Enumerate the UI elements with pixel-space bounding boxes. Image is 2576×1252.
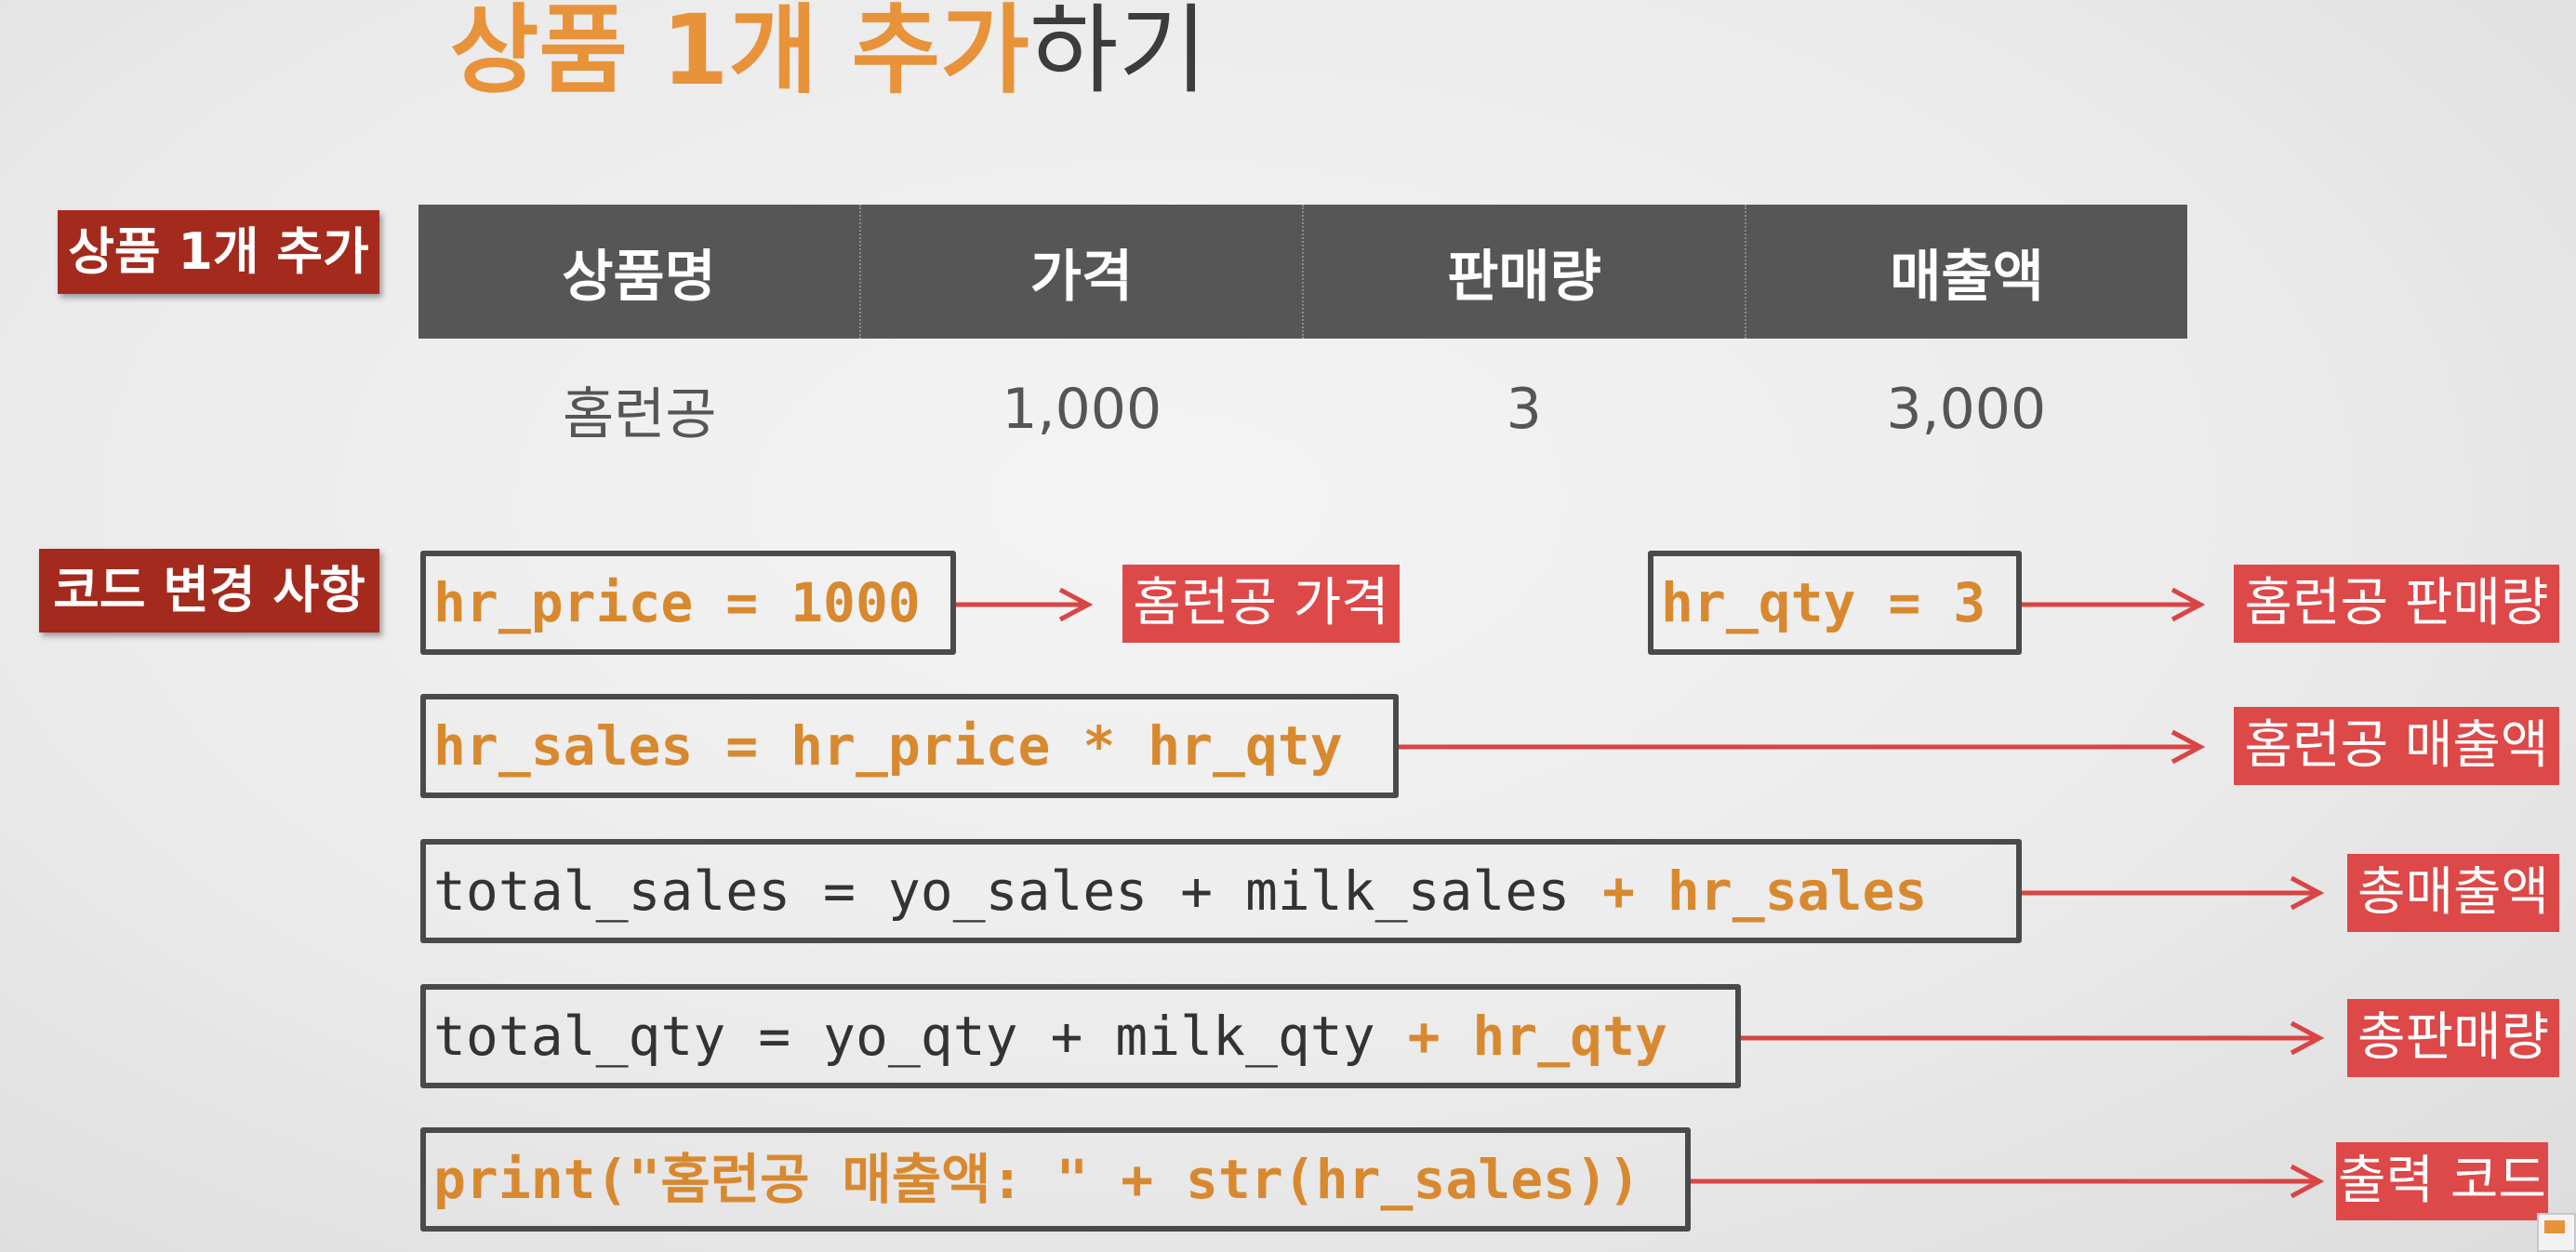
header-product-name: 상품명 [418, 205, 861, 339]
cell-product-name: 홈런공 [562, 381, 717, 447]
note-hr-price: 홈런공 가격 [1122, 565, 1400, 643]
code-hr-sales: hr_sales = hr_price * hr_qty [420, 694, 1399, 798]
title-accent: 상품 1개 추가 [449, 0, 1029, 107]
arrow-total-sales [2022, 874, 2327, 912]
code-total-sales-highlight: + hr_sales [1602, 859, 1928, 923]
code-total-qty-plain: total_qty = yo_qty + milk_qty [433, 1005, 1408, 1068]
note-print: 출력 코드 [2336, 1142, 2548, 1220]
code-total-qty: total_qty = yo_qty + milk_qty + hr_qty [420, 984, 1741, 1088]
arrow-print [1691, 1163, 2327, 1200]
arrow-hr-qty [2022, 586, 2208, 623]
header-sales: 매출액 [1890, 244, 2044, 310]
note-total-sales: 총매출액 [2347, 854, 2559, 932]
title-rest: 하기 [1029, 0, 1208, 107]
header-price: 가격 [861, 205, 1304, 339]
arrow-hr-price [956, 586, 1095, 623]
header-quantity: 판매량 [1304, 205, 1746, 339]
cell-price: 1,000 [1002, 377, 1162, 442]
code-total-sales: total_sales = yo_sales + milk_sales + hr… [420, 839, 2022, 943]
section-label-code-changes: 코드 변경 사항 [39, 549, 379, 633]
slide-title: 상품 1개 추가하기 [0, 0, 1657, 106]
arrow-hr-sales [1399, 728, 2208, 766]
code-print: print("홈런공 매출액: " + str(hr_sales)) [420, 1127, 1691, 1232]
code-hr-qty-text: hr_qty = 3 [1661, 571, 1986, 634]
cell-quantity: 3 [1506, 377, 1542, 442]
note-total-qty: 총판매량 [2347, 999, 2559, 1077]
code-print-text: print("홈런공 매출액: " + str(hr_sales)) [433, 1148, 1640, 1211]
code-total-qty-highlight: + hr_qty [1407, 1005, 1667, 1068]
note-hr-qty: 홈런공 판매량 [2234, 565, 2559, 643]
product-table-header: 상품명 가격 판매량 매출액 [418, 205, 2187, 339]
section-label-add-product: 상품 1개 추가 [58, 210, 379, 294]
code-hr-price-text: hr_price = 1000 [433, 571, 921, 634]
note-hr-sales: 홈런공 매출액 [2234, 707, 2559, 785]
code-hr-price: hr_price = 1000 [420, 551, 956, 655]
code-hr-qty: hr_qty = 3 [1648, 551, 2022, 655]
cell-sales: 3,000 [1886, 377, 2047, 442]
arrow-total-qty [1741, 1019, 2327, 1057]
table-row: 홈런공 1,000 3 3,000 [418, 358, 2187, 460]
code-hr-sales-text: hr_sales = hr_price * hr_qty [433, 714, 1343, 778]
code-total-sales-plain: total_sales = yo_sales + milk_sales [433, 859, 1603, 923]
corner-thumbnail [2537, 1213, 2576, 1252]
